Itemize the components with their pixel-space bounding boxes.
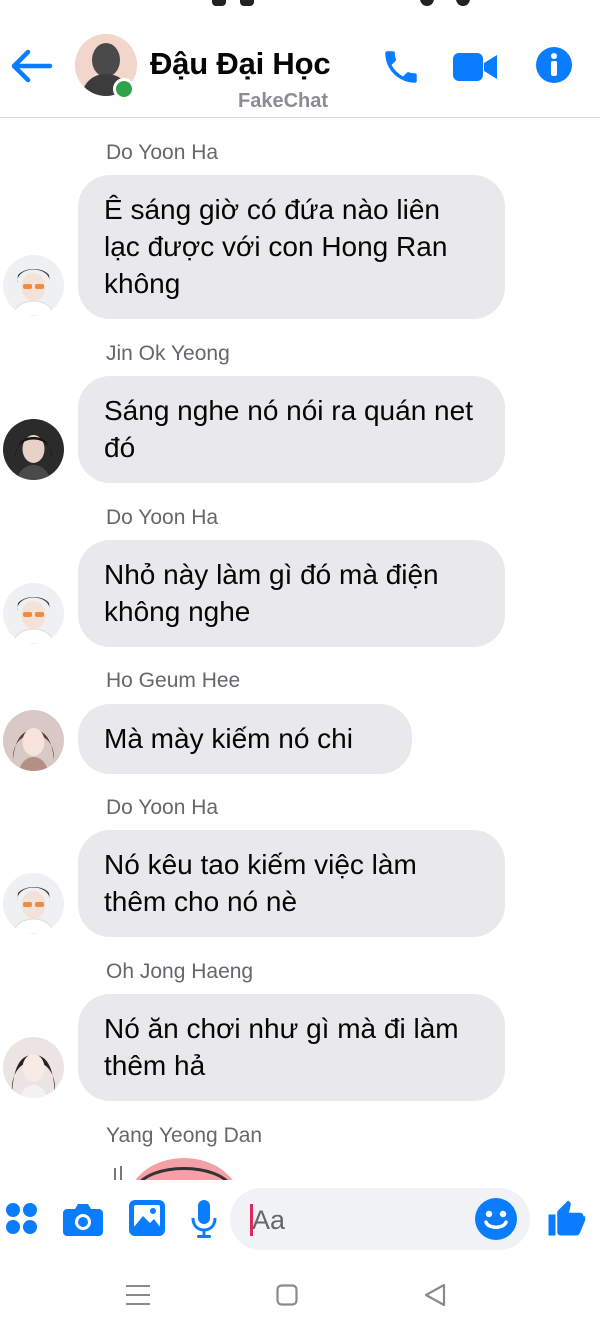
back-button[interactable] xyxy=(10,48,54,84)
video-call-button[interactable] xyxy=(452,50,498,89)
status-icon xyxy=(212,0,226,6)
apps-button[interactable] xyxy=(5,1202,38,1240)
message-list[interactable]: Do Yoon Ha Ê sáng giờ có đứa nào liên lạ… xyxy=(0,118,600,1180)
camera-button[interactable] xyxy=(63,1202,103,1241)
message-bubble[interactable]: Mà mày kiếm nó chi xyxy=(78,704,412,774)
message-bubble[interactable]: Sáng nghe nó nói ra quán net đó xyxy=(78,376,505,483)
home-button[interactable] xyxy=(276,1284,298,1311)
chat-title[interactable]: Đậu Đại Học xyxy=(150,46,331,82)
avatar[interactable] xyxy=(3,1037,64,1098)
microphone-icon xyxy=(191,1200,217,1238)
gallery-icon xyxy=(129,1200,165,1236)
sender-name: Oh Jong Haeng xyxy=(106,960,254,983)
chat-header: Đậu Đại Học FakeChat xyxy=(0,10,600,118)
status-icon xyxy=(456,0,470,6)
thumbs-up-icon xyxy=(548,1200,586,1236)
status-icon xyxy=(420,0,434,6)
avatar[interactable] xyxy=(3,419,64,480)
info-button[interactable] xyxy=(535,46,573,89)
back-icon xyxy=(424,1283,446,1307)
menu-button[interactable] xyxy=(126,1284,150,1311)
sticker-image[interactable] xyxy=(128,1158,240,1180)
sender-name: Do Yoon Ha xyxy=(106,141,219,164)
home-icon xyxy=(276,1284,298,1306)
camera-icon xyxy=(63,1204,103,1236)
emoji-button[interactable] xyxy=(475,1198,517,1245)
call-button[interactable] xyxy=(380,46,422,93)
online-status-dot xyxy=(113,78,135,100)
avatar[interactable] xyxy=(3,873,64,934)
system-navigation-bar xyxy=(0,1258,600,1333)
avatar[interactable] xyxy=(3,710,64,771)
message-bubble[interactable]: Nhỏ này làm gì đó mà điện không nghe xyxy=(78,540,505,647)
gallery-button[interactable] xyxy=(129,1200,165,1241)
message-composer xyxy=(0,1180,600,1258)
video-camera-icon xyxy=(453,53,497,81)
sender-name: Do Yoon Ha xyxy=(106,506,219,529)
sender-name: Yang Yeong Dan xyxy=(106,1124,263,1147)
chat-subtitle: FakeChat xyxy=(238,90,329,112)
like-button[interactable] xyxy=(545,1197,587,1244)
message-bubble[interactable]: Nó ăn chơi như gì mà đi làm thêm hả xyxy=(78,994,505,1101)
avatar[interactable] xyxy=(3,583,64,644)
back-arrow-icon xyxy=(11,49,53,83)
sender-name: Jin Ok Yeong xyxy=(106,342,230,365)
voice-button[interactable] xyxy=(191,1200,217,1243)
emoji-icon xyxy=(475,1198,517,1240)
partial-image xyxy=(112,1164,126,1180)
message-bubble[interactable]: Nó kêu tao kiếm việc làm thêm cho nó nè xyxy=(78,830,505,937)
message-input[interactable] xyxy=(250,1198,454,1242)
message-input-wrapper[interactable] xyxy=(230,1188,530,1250)
status-bar xyxy=(0,0,600,10)
menu-icon xyxy=(126,1285,150,1305)
avatar[interactable] xyxy=(3,255,64,316)
info-icon xyxy=(536,47,572,83)
phone-icon xyxy=(385,51,417,83)
status-icon xyxy=(240,0,254,6)
apps-grid-icon xyxy=(6,1203,37,1234)
message-bubble[interactable]: Ê sáng giờ có đứa nào liên lạc được với … xyxy=(78,175,505,319)
sender-name: Ho Geum Hee xyxy=(106,669,241,692)
sender-name: Do Yoon Ha xyxy=(106,796,219,819)
system-back-button[interactable] xyxy=(424,1283,446,1312)
